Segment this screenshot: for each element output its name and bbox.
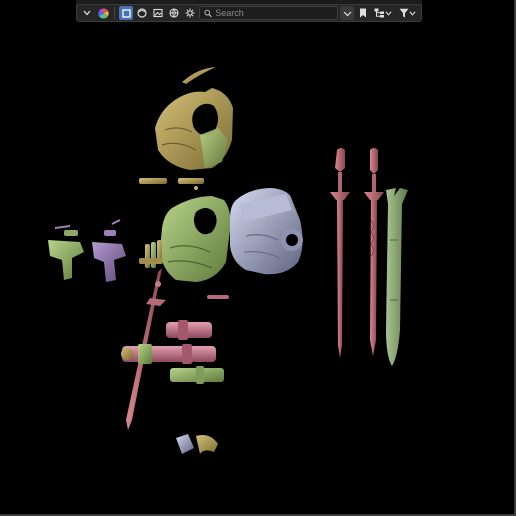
gauntlet-pieces <box>48 219 126 282</box>
scene-render <box>48 67 408 454</box>
sword-2 <box>364 148 384 356</box>
scabbard <box>386 188 408 366</box>
pauldron-armor <box>230 188 303 275</box>
3d-viewport[interactable] <box>0 0 516 516</box>
small-stud <box>207 295 229 299</box>
sword-1 <box>330 148 350 358</box>
curved-strap-piece <box>182 67 216 84</box>
small-clasps <box>139 178 204 190</box>
pouch-pieces <box>176 434 218 454</box>
lower-chest-armor <box>160 196 231 282</box>
upper-chest-armor <box>155 88 233 170</box>
tube-cluster <box>139 240 163 268</box>
